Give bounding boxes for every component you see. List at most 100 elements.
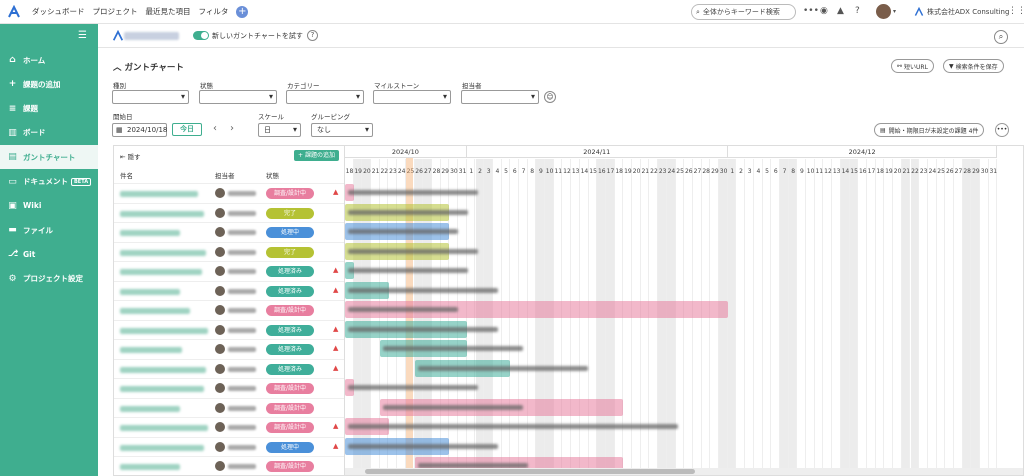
eye-icon[interactable]: ◉ [820,6,828,16]
assignee-name [228,444,256,450]
issue-title-link[interactable] [120,444,204,451]
issue-row[interactable]: 処理中 [114,222,344,242]
apps-grid-icon[interactable]: ⋮⋮ [1008,6,1024,16]
assignee-select[interactable] [461,90,539,104]
page-title[interactable]: ︿ ガントチャート [113,61,184,73]
issue-title-link[interactable] [120,269,202,275]
nav-recent[interactable]: 最近見た項目 [146,6,191,17]
scrollbar-thumb[interactable] [365,469,695,474]
unset-issues-button[interactable]: ▤ 開始・期限日が未設定の課題 4件 [874,123,985,137]
issue-title-link[interactable] [120,464,180,470]
issue-title-link[interactable] [120,288,180,295]
issue-row[interactable]: 処理中 ▲ [114,436,344,457]
issue-row[interactable]: 処理済み ▲ [114,261,344,281]
issue-title-link[interactable] [120,347,182,353]
issue-title-link[interactable] [120,366,206,373]
collapse-chevron-icon[interactable]: ︿ [113,63,122,73]
sidebar-item-plus[interactable]: + 課題の追加 [0,72,98,96]
sidebar-item-folder[interactable]: ▬ ファイル [0,218,98,242]
help-icon[interactable]: ? [306,30,318,41]
prev-arrow-icon[interactable]: ‹ [213,123,217,134]
search-icon[interactable]: ⌕ [994,30,1008,44]
day-column [971,159,981,475]
sidebar: ☰ ⌂ ホーム + 課題の追加 ≡ 課題 ▥ ボード ▤ ガントチャート ▭ ドキュメント BETA ▣ W… [0,24,98,476]
sidebar-item-home[interactable]: ⌂ ホーム [0,48,98,72]
project-header: 新しいガントチャートを試す ? ⌕ [98,24,1024,48]
global-search-input[interactable]: ⌕ 全体からキーワード検索 [691,4,796,20]
nav-project[interactable]: プロジェクト [93,6,138,17]
issue-row[interactable]: 調査/設計中 ▲ [114,183,344,203]
assignee-label: 担当者 [462,82,482,90]
horizontal-scrollbar[interactable] [345,468,1023,475]
search-icon: ⌕ [696,7,700,16]
status-label: 状態 [200,82,213,90]
issue-row[interactable]: 完了 [114,202,344,223]
hide-button[interactable]: ⇤ 隠す [120,151,141,161]
bell-icon[interactable]: ▲ [837,6,844,16]
sidebar-item-board[interactable]: ▥ ボード [0,121,98,145]
day-number: 27 [423,168,432,175]
issue-row[interactable]: 完了 [114,241,344,262]
issue-row[interactable]: 処理済み ▲ [114,339,344,359]
issue-row[interactable]: 処理済み ▲ [114,319,344,340]
chevron-down-icon[interactable]: ▾ [893,8,896,15]
status-badge: 完了 [266,207,314,219]
month-header: 2024/11 [466,146,728,158]
issue-title-link[interactable] [120,191,198,197]
next-arrow-icon[interactable]: › [230,123,234,134]
issue-title-link[interactable] [120,308,190,314]
sidebar-item-git[interactable]: ⎇ Git [0,242,98,266]
nav-dashboard[interactable]: ダッシュボード [32,6,85,17]
more-icon[interactable]: ••• [995,123,1009,137]
project-name[interactable] [124,31,179,40]
issue-title-link[interactable] [120,230,180,236]
issue-row[interactable]: 調査/設計中 [114,456,344,476]
category-select[interactable] [286,90,364,104]
help-icon[interactable]: ? [855,6,860,16]
issue-row[interactable]: 処理済み ▲ [114,280,344,301]
short-url-button[interactable]: ⚯ 短いURL [891,59,934,73]
sidebar-item-label: プロジェクト設定 [23,274,83,284]
milestone-select[interactable] [373,90,451,104]
company-switcher[interactable]: 株式会社ADX Consulting [914,7,1009,17]
day-column [937,159,946,475]
new-gantt-toggle[interactable] [193,31,209,40]
plus-icon[interactable]: + [236,5,249,18]
gantt-chart[interactable]: 2024/10 2024/11 2024/12 18 19 20 21 22 23 24 25 26 2… [345,145,1024,476]
issue-title-link[interactable] [120,386,204,392]
sidebar-item-settings[interactable]: ⚙ プロジェクト設定 [0,267,98,291]
issue-row[interactable]: 調査/設計中 ▲ [114,417,344,437]
filter-icon: ▼ [949,62,954,70]
type-select[interactable] [112,90,189,104]
user-self-icon[interactable]: ☺ [544,91,556,103]
start-date-input[interactable]: ▦ 2024/10/18 [112,123,167,137]
status-select[interactable] [199,90,277,104]
issue-title-link[interactable] [120,405,180,412]
issue-row[interactable]: 調査/設計中 [114,378,344,398]
issue-title-link[interactable] [120,327,208,334]
issue-row[interactable]: 調査/設計中 [114,300,344,320]
issue-title-link[interactable] [120,210,204,217]
today-button[interactable]: 今日 [172,123,202,136]
more-icon[interactable]: ••• [803,6,819,16]
app-logo-icon[interactable] [7,4,21,19]
add-issue-button[interactable]: + 課題の追加 [294,150,339,161]
sidebar-item-list[interactable]: ≡ 課題 [0,97,98,121]
issue-row[interactable]: 処理済み ▲ [114,358,344,379]
grouping-select[interactable]: なし [311,123,373,137]
sidebar-item-gantt[interactable]: ▤ ガントチャート [0,145,98,170]
user-avatar[interactable] [876,4,891,19]
issue-row[interactable]: 調査/設計中 [114,397,344,418]
sidebar-item-document[interactable]: ▭ ドキュメント BETA [0,170,98,194]
day-column [893,159,902,475]
company-logo-icon [914,7,924,16]
sidebar-item-label: ガントチャート [23,152,76,162]
sidebar-item-wiki[interactable]: ▣ Wiki [0,194,98,218]
menu-icon[interactable]: ☰ [78,30,87,41]
issue-title-link[interactable] [120,249,206,256]
nav-filter[interactable]: フィルタ [199,6,229,17]
scale-select[interactable]: 日 [258,123,301,137]
issue-title-link[interactable] [120,425,208,431]
save-filter-button[interactable]: ▼ 検索条件を保存 [943,59,1004,73]
day-number: 28 [963,168,971,175]
